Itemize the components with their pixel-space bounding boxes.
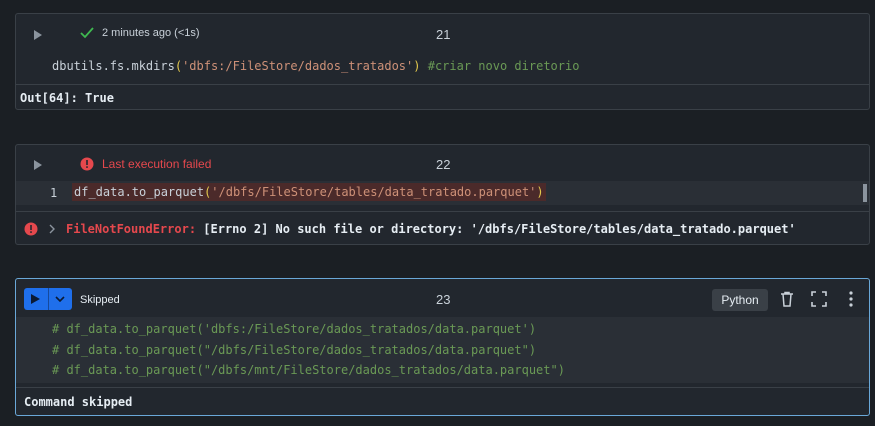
code-editor[interactable]: 1 df_data.to_parquet('/dbfs/FileStore/ta… (16, 181, 869, 205)
output-divider (16, 211, 869, 212)
output-divider (16, 84, 869, 85)
cell-number: 23 (436, 292, 451, 307)
chevron-down-icon (55, 296, 65, 302)
editor-scrollbar[interactable] (863, 184, 867, 202)
cell-header: Last execution failed 22 (16, 145, 869, 185)
code-string: '/dbfs/FileStore/tables/data_tratado.par… (211, 185, 537, 199)
cell-output: Out[64]: True (20, 91, 114, 105)
notebook-cell-23[interactable]: Skipped 23 Python # df_data.to_parquet('… (15, 278, 870, 416)
language-selector[interactable]: Python (712, 289, 768, 311)
notebook-cell-22[interactable]: Last execution failed 22 1 df_data.to_pa… (15, 144, 870, 245)
error-circle-icon (24, 222, 38, 236)
code-editor[interactable]: dbutils.fs.mkdirs('dbfs:/FileStore/dados… (16, 54, 869, 80)
code-function: df_data.to_parquet (74, 185, 205, 199)
cell-status: 2 minutes ago (<1s) (80, 27, 200, 39)
cell-number: 22 (436, 157, 451, 172)
check-icon (80, 27, 94, 39)
code-line: dbutils.fs.mkdirs('dbfs:/FileStore/dados… (52, 59, 580, 73)
kebab-icon[interactable] (842, 290, 860, 308)
play-icon (31, 294, 41, 304)
output-divider (16, 387, 869, 388)
error-type: FileNotFoundError: (66, 222, 197, 236)
cell-status: Skipped (80, 294, 120, 306)
cell-output: Command skipped (24, 395, 133, 409)
chevron-right-icon[interactable] (48, 224, 56, 234)
notebook-cell-21[interactable]: 2 minutes ago (<1s) 21 dbutils.fs.mkdirs… (15, 13, 870, 110)
code-string: 'dbfs:/FileStore/dados_tratados' (182, 59, 414, 73)
run-cell-icon[interactable] (34, 30, 42, 40)
cell-status: Last execution failed (80, 157, 211, 171)
expand-icon[interactable] (810, 290, 828, 308)
cell-number: 21 (436, 27, 451, 42)
code-comment-line: # df_data.to_parquet("/dbfs/mnt/FileStor… (52, 363, 565, 377)
code-line-error-highlight: df_data.to_parquet('/dbfs/FileStore/tabl… (72, 183, 546, 201)
run-button-group[interactable] (24, 288, 72, 310)
code-function: dbutils.fs.mkdirs (52, 59, 175, 73)
trash-icon[interactable] (778, 290, 796, 308)
run-cell-icon[interactable] (34, 160, 42, 170)
code-comment-line: # df_data.to_parquet("/dbfs/FileStore/da… (52, 343, 537, 357)
run-options-button[interactable] (47, 288, 73, 310)
run-cell-button[interactable] (24, 288, 48, 310)
cell-header: Skipped 23 Python (16, 279, 869, 319)
error-circle-icon (80, 157, 94, 171)
line-number: 1 (50, 186, 58, 200)
error-message: [Errno 2] No such file or directory: '/d… (203, 222, 796, 236)
cell-status-text: Skipped (80, 294, 120, 306)
error-line: FileNotFoundError: [Errno 2] No such fil… (66, 222, 796, 236)
error-output: FileNotFoundError: [Errno 2] No such fil… (24, 222, 796, 236)
cell-header: 2 minutes ago (<1s) 21 (16, 14, 869, 54)
cell-status-text: Last execution failed (102, 157, 212, 171)
cell-status-text: 2 minutes ago (<1s) (102, 27, 200, 39)
code-editor[interactable]: # df_data.to_parquet('dbfs:/FileStore/da… (16, 317, 869, 383)
code-comment-line: # df_data.to_parquet('dbfs:/FileStore/da… (52, 322, 537, 336)
code-comment: #criar novo diretorio (427, 59, 580, 73)
